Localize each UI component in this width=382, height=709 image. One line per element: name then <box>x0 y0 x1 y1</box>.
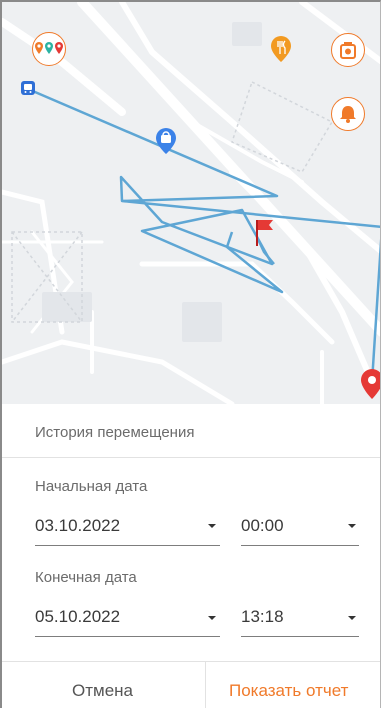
start-date-dropdown-icon[interactable] <box>208 524 216 528</box>
end-date-underline <box>35 636 220 637</box>
end-date-label: Конечная дата <box>35 569 137 586</box>
map-view[interactable] <box>2 2 381 404</box>
end-time-dropdown-icon[interactable] <box>348 616 356 620</box>
start-time-value[interactable]: 00:00 <box>241 516 284 536</box>
restaurant-icon[interactable] <box>270 35 292 63</box>
start-date-label: Начальная дата <box>35 478 148 495</box>
show-report-button[interactable]: Показать отчет <box>229 681 348 701</box>
settings-button[interactable] <box>331 33 365 67</box>
start-time-underline <box>241 545 359 546</box>
buttons-separator <box>205 661 206 708</box>
flag-icon[interactable] <box>254 218 276 248</box>
end-time-underline <box>241 636 359 637</box>
history-panel <box>2 404 380 708</box>
buttons-divider <box>2 661 380 662</box>
start-time-dropdown-icon[interactable] <box>348 524 356 528</box>
start-date-value[interactable]: 03.10.2022 <box>35 516 120 536</box>
poi-filter-button[interactable] <box>32 32 66 66</box>
app-frame: История перемещения Начальная дата 03.10… <box>0 0 381 708</box>
bell-icon <box>340 106 356 123</box>
cancel-button[interactable]: Отмена <box>72 681 133 701</box>
end-time-value[interactable]: 13:18 <box>241 607 284 627</box>
alerts-button[interactable] <box>331 97 365 131</box>
title-divider <box>2 457 380 458</box>
end-pin-icon[interactable] <box>360 368 381 400</box>
multi-pin-icon <box>35 42 63 54</box>
end-date-dropdown-icon[interactable] <box>208 616 216 620</box>
start-date-underline <box>35 545 220 546</box>
bus-stop-icon[interactable] <box>21 81 35 95</box>
shopping-icon[interactable] <box>155 127 177 155</box>
panel-title: История перемещения <box>35 424 195 441</box>
end-date-value[interactable]: 05.10.2022 <box>35 607 120 627</box>
settings-icon <box>340 42 356 59</box>
